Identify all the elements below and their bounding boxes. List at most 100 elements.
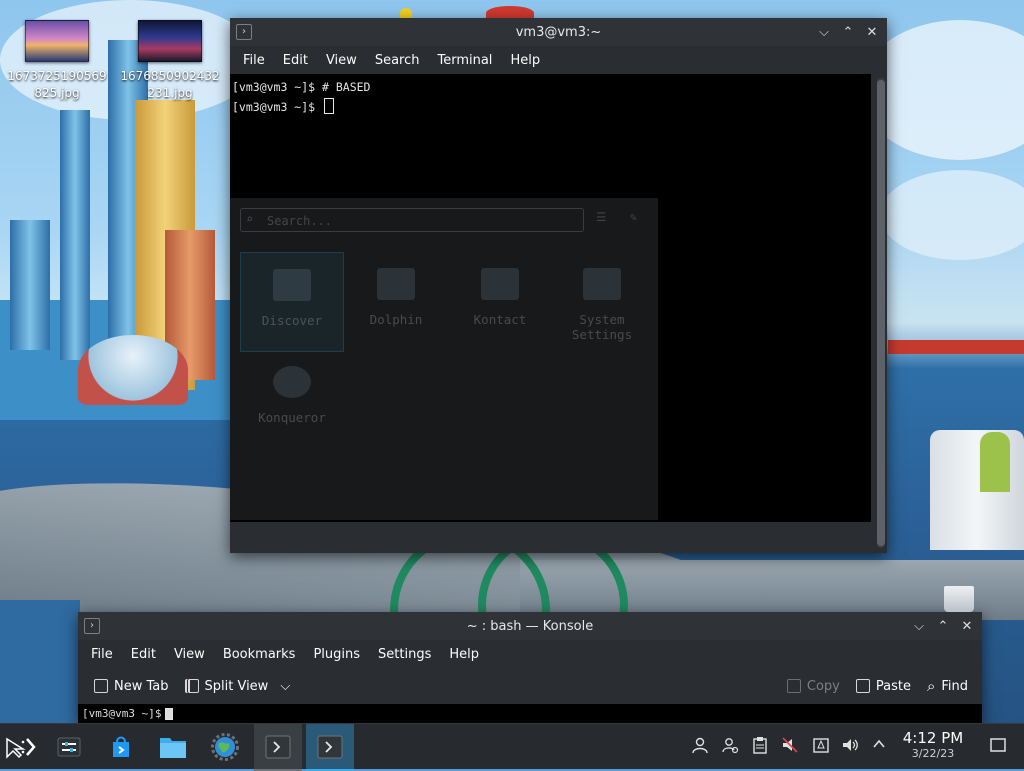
launcher-app-label: System Settings: [571, 312, 633, 342]
discover-icon: [273, 269, 311, 301]
menu-help[interactable]: Help: [440, 647, 488, 662]
clipboard-icon[interactable]: [750, 736, 770, 756]
terminal-task-icon[interactable]: [254, 724, 302, 771]
split-view-button[interactable]: Split View ⌵: [177, 679, 299, 694]
kontact-icon: [481, 268, 519, 300]
paste-label: Paste: [875, 678, 911, 694]
menu-bar: File Edit View Search Terminal Help: [230, 46, 887, 74]
launcher-app-label: Kontact: [473, 312, 527, 327]
show-desktop-icon[interactable]: [988, 736, 1008, 756]
konsole-toolbar: New Tab Split View ⌵ Copy Paste ⌕ Find: [78, 668, 982, 704]
trash-icon[interactable]: [944, 586, 974, 612]
system-settings-icon: [583, 268, 621, 300]
window-title: ~ : bash — Konsole: [466, 618, 594, 634]
desktop-file-icon[interactable]: 1673725190569825.jpg: [2, 20, 112, 102]
launcher-app-dolphin: Dolphin: [344, 268, 448, 327]
launcher-app-label: Dolphin: [369, 312, 423, 327]
menu-search[interactable]: Search: [366, 53, 429, 68]
konsole-app-icon: ›: [84, 618, 100, 634]
image-thumbnail-icon: [138, 20, 202, 62]
menu-help[interactable]: Help: [501, 53, 549, 68]
minimize-button[interactable]: ⌵: [813, 22, 835, 42]
copy-label: Copy: [806, 678, 840, 694]
desktop-file-label: 1676850902432231.jpg: [120, 69, 220, 100]
menu-file[interactable]: File: [82, 647, 122, 662]
expand-tray-icon[interactable]: [869, 736, 889, 756]
clock-time: 4:12 PM: [902, 729, 964, 747]
filter-icon: ☰: [596, 210, 607, 224]
chevron-down-icon[interactable]: ⌵: [280, 679, 290, 694]
pin-icon: ✎: [630, 210, 637, 224]
menu-bar: File Edit View Bookmarks Plugins Setting…: [78, 640, 982, 668]
menu-bookmarks[interactable]: Bookmarks: [214, 647, 305, 662]
konsole-terminal[interactable]: [vm3@vm3 ~]$: [78, 704, 982, 723]
launcher-search-ghost: Search...: [240, 208, 584, 232]
close-button[interactable]: ✕: [956, 616, 978, 636]
window-titlebar[interactable]: › ~ : bash — Konsole ⌵ ⌃ ✕: [78, 612, 982, 640]
launcher-app-konqueror: Konqueror: [240, 366, 344, 425]
minimize-button[interactable]: ⌵: [908, 616, 930, 636]
launcher-app-label: Konqueror: [258, 410, 326, 425]
terminal-line: [vm3@vm3 ~]$ # BASED: [232, 80, 371, 94]
volume-muted-icon[interactable]: [780, 736, 800, 756]
paste-button[interactable]: Paste: [848, 679, 919, 694]
split-view-label: Split View: [204, 678, 269, 694]
menu-terminal[interactable]: Terminal: [428, 53, 501, 68]
battery-icon[interactable]: [811, 736, 831, 756]
image-thumbnail-icon: [25, 20, 89, 62]
terminal-app-icon: ›: [236, 24, 252, 40]
find-label: Find: [941, 678, 968, 694]
new-tab-icon: [94, 679, 108, 693]
dolphin-icon: [377, 268, 415, 300]
desktop-file-icon[interactable]: 1676850902432231.jpg: [115, 20, 225, 102]
terminal-prompt: [vm3@vm3 ~]$: [82, 707, 162, 720]
search-icon: ⌕: [926, 677, 936, 695]
user-icon[interactable]: [690, 736, 710, 756]
scrollbar-thumb[interactable]: [877, 80, 885, 546]
menu-plugins[interactable]: Plugins: [304, 647, 369, 662]
konqueror-globe-icon[interactable]: [202, 724, 248, 769]
application-launcher-icon[interactable]: [0, 724, 40, 769]
menu-view[interactable]: View: [165, 647, 214, 662]
copy-icon: [786, 679, 801, 693]
konqueror-icon: [273, 366, 311, 398]
taskbar: 4:12 PM 3/22/23: [0, 723, 1024, 771]
text-cursor: [165, 708, 174, 720]
search-icon: ⌕: [246, 212, 254, 226]
digital-clock[interactable]: 4:12 PM 3/22/23: [898, 729, 968, 760]
launcher-app-discover: Discover: [240, 252, 344, 352]
menu-edit[interactable]: Edit: [122, 647, 165, 662]
paste-icon: [855, 679, 870, 693]
terminal-task-icon[interactable]: [306, 724, 354, 771]
launcher-ghost: Search... ⌕ ☰ ✎ Discover Dolphin Kontact…: [230, 198, 658, 520]
terminal-prompt: [vm3@vm3 ~]$: [232, 100, 323, 114]
dolphin-folder-icon[interactable]: [150, 724, 196, 769]
new-tab-label: New Tab: [114, 678, 169, 694]
terminal-line: [vm3@vm3 ~]$: [232, 98, 335, 114]
menu-edit[interactable]: Edit: [274, 53, 317, 68]
discover-store-icon[interactable]: [98, 724, 144, 769]
split-view-icon: [184, 679, 199, 693]
window-title: vm3@vm3:~: [515, 24, 602, 40]
find-button[interactable]: ⌕ Find: [919, 677, 976, 695]
window-titlebar[interactable]: › vm3@vm3:~ ⌵ ⌃ ✕: [230, 18, 887, 46]
menu-view[interactable]: View: [317, 53, 366, 68]
new-tab-button[interactable]: New Tab: [86, 679, 177, 694]
terminal-window[interactable]: › vm3@vm3:~ ⌵ ⌃ ✕ File Edit View Search …: [230, 18, 887, 553]
copy-button[interactable]: Copy: [779, 679, 848, 694]
volume-icon[interactable]: [840, 736, 860, 756]
clock-date: 3/22/23: [911, 747, 955, 760]
settings-sliders-icon[interactable]: [48, 724, 90, 769]
desktop-file-label: 1673725190569825.jpg: [7, 69, 107, 100]
launcher-app-system-settings: System Settings: [552, 268, 652, 342]
user-switch-icon[interactable]: [720, 736, 740, 756]
maximize-button[interactable]: ⌃: [932, 616, 954, 636]
terminal-output[interactable]: [vm3@vm3 ~]$ # BASED [vm3@vm3 ~]$ Search…: [230, 74, 871, 522]
menu-settings[interactable]: Settings: [369, 647, 440, 662]
launcher-app-kontact: Kontact: [448, 268, 552, 327]
konsole-window[interactable]: › ~ : bash — Konsole ⌵ ⌃ ✕ File Edit Vie…: [78, 612, 982, 723]
launcher-app-label: Discover: [261, 313, 323, 328]
maximize-button[interactable]: ⌃: [837, 22, 859, 42]
menu-file[interactable]: File: [234, 53, 274, 68]
close-button[interactable]: ✕: [861, 22, 883, 42]
